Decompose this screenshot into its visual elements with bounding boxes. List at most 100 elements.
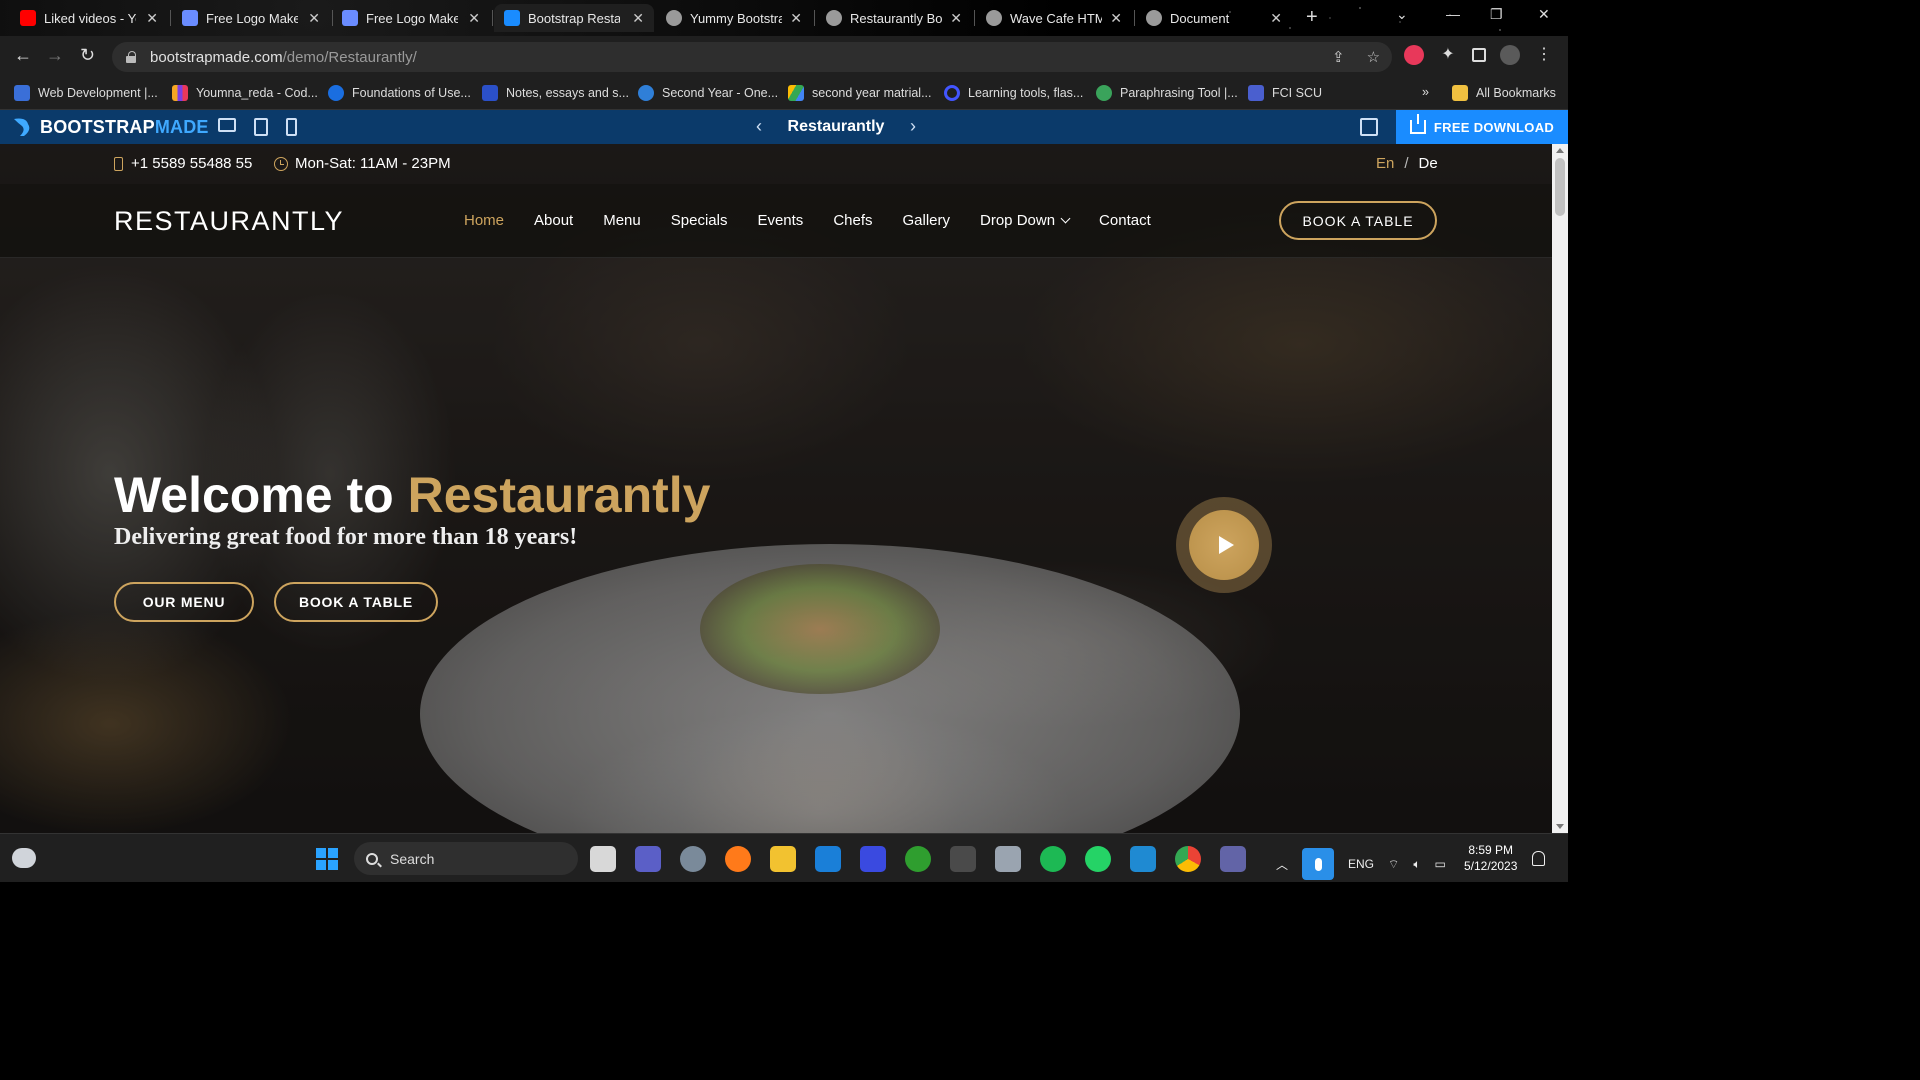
play-video-button[interactable] bbox=[1176, 497, 1272, 593]
bookmark-item[interactable]: Notes, essays and s... bbox=[482, 85, 629, 101]
next-template-icon[interactable]: › bbox=[910, 116, 916, 137]
close-tab-icon[interactable]: ✕ bbox=[302, 10, 320, 27]
battery-icon[interactable]: ▭ bbox=[1435, 857, 1446, 871]
opening-hours: Mon-Sat: 11AM - 23PM bbox=[274, 155, 451, 172]
bookmark-item[interactable]: Web Development |... bbox=[14, 85, 158, 101]
bootstrapmade-logo[interactable]: BOOTSTRAP MADE bbox=[12, 116, 209, 138]
lang-de[interactable]: De bbox=[1419, 155, 1438, 172]
bookmarks-overflow[interactable]: » bbox=[1422, 85, 1429, 99]
input-language[interactable]: ENG bbox=[1348, 857, 1374, 871]
prev-template-icon[interactable]: ‹ bbox=[756, 116, 762, 137]
microphone-icon[interactable] bbox=[1302, 848, 1335, 880]
bookmark-star-icon[interactable]: ☆ bbox=[1367, 48, 1380, 66]
taskbar-search[interactable]: Search bbox=[354, 842, 578, 875]
minimize-icon[interactable]: — bbox=[1446, 6, 1460, 22]
logo-text-made: MADE bbox=[154, 116, 209, 137]
tab-search-chevron-icon[interactable]: ⌄ bbox=[1396, 6, 1408, 23]
extension-icon[interactable] bbox=[1404, 45, 1424, 65]
teams-icon[interactable] bbox=[635, 846, 661, 872]
restore-icon[interactable]: ❐ bbox=[1490, 6, 1503, 23]
nav-home[interactable]: Home bbox=[464, 212, 504, 229]
lock-icon[interactable] bbox=[126, 51, 136, 63]
settings-gear-icon[interactable] bbox=[680, 846, 706, 872]
back-icon[interactable]: ← bbox=[14, 45, 32, 66]
our-menu-button[interactable]: OUR MENU bbox=[114, 582, 254, 622]
close-tab-icon[interactable]: ✕ bbox=[140, 10, 158, 27]
whatsapp-icon[interactable] bbox=[1085, 846, 1111, 872]
profile-avatar[interactable] bbox=[1500, 45, 1520, 65]
app-icon[interactable] bbox=[950, 846, 976, 872]
notification-icon[interactable] bbox=[1532, 851, 1545, 866]
mail-icon[interactable] bbox=[815, 846, 841, 872]
forward-icon[interactable]: → bbox=[46, 45, 64, 66]
start-button[interactable] bbox=[316, 848, 338, 870]
book-table-button[interactable]: BOOK A TABLE bbox=[274, 582, 438, 622]
bookmark-item[interactable]: FCI SCU bbox=[1248, 85, 1322, 101]
desktop-view-icon[interactable] bbox=[218, 118, 236, 132]
site-logo[interactable]: RESTAURANTLY bbox=[114, 206, 344, 237]
tab-liked-videos[interactable]: Liked videos - Yo ✕ bbox=[10, 4, 168, 32]
teams-classic-icon[interactable] bbox=[1220, 846, 1246, 872]
menu-kebab-icon[interactable]: ⋮ bbox=[1534, 45, 1554, 65]
tab-free-logo-maker-2[interactable]: Free Logo Maker ✕ bbox=[332, 4, 490, 32]
scroll-down-icon[interactable] bbox=[1556, 824, 1564, 829]
close-tab-icon[interactable]: ✕ bbox=[784, 10, 802, 27]
bookmark-item[interactable]: Second Year - One... bbox=[638, 85, 778, 101]
reload-icon[interactable]: ↻ bbox=[80, 45, 95, 66]
nav-events[interactable]: Events bbox=[757, 212, 803, 229]
volume-icon[interactable]: 🔈︎ bbox=[1413, 857, 1420, 872]
scrollbar-thumb[interactable] bbox=[1555, 158, 1565, 216]
file-explorer-icon[interactable] bbox=[770, 846, 796, 872]
spotify-icon[interactable] bbox=[1040, 846, 1066, 872]
tab-wave-cafe[interactable]: Wave Cafe HTML ✕ bbox=[976, 4, 1132, 32]
book-table-header-button[interactable]: BOOK A TABLE bbox=[1279, 201, 1437, 240]
tablet-view-icon[interactable] bbox=[254, 118, 268, 136]
close-window-icon[interactable]: ✕ bbox=[1538, 6, 1550, 23]
tab-restaurantly-boo[interactable]: Restaurantly Boo ✕ bbox=[816, 4, 972, 32]
tab-bootstrap-restaurant[interactable]: Bootstrap Restau ✕ bbox=[494, 4, 654, 32]
nav-about[interactable]: About bbox=[534, 212, 573, 229]
xbox-icon[interactable] bbox=[905, 846, 931, 872]
new-tab-icon[interactable]: + bbox=[1306, 6, 1318, 29]
close-tab-icon[interactable]: ✕ bbox=[462, 10, 480, 27]
nav-specials[interactable]: Specials bbox=[671, 212, 728, 229]
tab-free-logo-maker-1[interactable]: Free Logo Maker ✕ bbox=[172, 4, 330, 32]
chrome-icon[interactable] bbox=[1175, 846, 1201, 872]
bookmark-item[interactable]: Paraphrasing Tool |... bbox=[1096, 85, 1238, 101]
tab-document[interactable]: Document ✕ bbox=[1136, 4, 1292, 32]
address-input[interactable]: bootstrapmade.com/demo/Restaurantly/ bbox=[112, 42, 1392, 72]
mobile-view-icon[interactable] bbox=[286, 118, 297, 136]
side-panel-icon[interactable] bbox=[1472, 48, 1486, 62]
open-external-icon[interactable] bbox=[1360, 118, 1378, 136]
nav-gallery[interactable]: Gallery bbox=[903, 212, 951, 229]
taskbar-clock[interactable]: 8:59 PM 5/12/2023 bbox=[1464, 842, 1517, 874]
wifi-icon[interactable]: ⌔ bbox=[1388, 857, 1399, 872]
weather-icon[interactable] bbox=[12, 848, 36, 868]
page-scrollbar[interactable] bbox=[1552, 144, 1568, 833]
scroll-up-icon[interactable] bbox=[1556, 148, 1564, 153]
show-hidden-icons-icon[interactable]: ︿ bbox=[1276, 856, 1288, 873]
close-tab-icon[interactable]: ✕ bbox=[1104, 10, 1122, 27]
nav-contact[interactable]: Contact bbox=[1099, 212, 1151, 229]
visual-studio-icon[interactable] bbox=[860, 846, 886, 872]
close-tab-icon[interactable]: ✕ bbox=[626, 10, 644, 27]
bookmark-item[interactable]: Learning tools, flas... bbox=[944, 85, 1083, 101]
close-tab-icon[interactable]: ✕ bbox=[1264, 10, 1282, 27]
close-tab-icon[interactable]: ✕ bbox=[944, 10, 962, 27]
storage-icon[interactable] bbox=[995, 846, 1021, 872]
all-bookmarks[interactable]: All Bookmarks bbox=[1452, 85, 1556, 101]
free-download-button[interactable]: FREE DOWNLOAD bbox=[1396, 110, 1568, 144]
nav-chefs[interactable]: Chefs bbox=[833, 212, 872, 229]
nav-dropdown[interactable]: Drop Down bbox=[980, 212, 1071, 229]
bookmark-item[interactable]: Foundations of Use... bbox=[328, 85, 471, 101]
firefox-icon[interactable] bbox=[725, 846, 751, 872]
share-icon[interactable]: ⇪ bbox=[1332, 48, 1345, 66]
extensions-puzzle-icon[interactable]: ✦ bbox=[1438, 45, 1458, 65]
lang-en[interactable]: En bbox=[1376, 155, 1394, 172]
nav-menu[interactable]: Menu bbox=[603, 212, 641, 229]
bookmark-item[interactable]: second year matrial... bbox=[788, 85, 932, 101]
bookmark-item[interactable]: Youmna_reda - Cod... bbox=[172, 85, 318, 101]
task-view-icon[interactable] bbox=[590, 846, 616, 872]
vscode-icon[interactable] bbox=[1130, 846, 1156, 872]
tab-yummy-bootstrap[interactable]: Yummy Bootstra ✕ bbox=[656, 4, 812, 32]
